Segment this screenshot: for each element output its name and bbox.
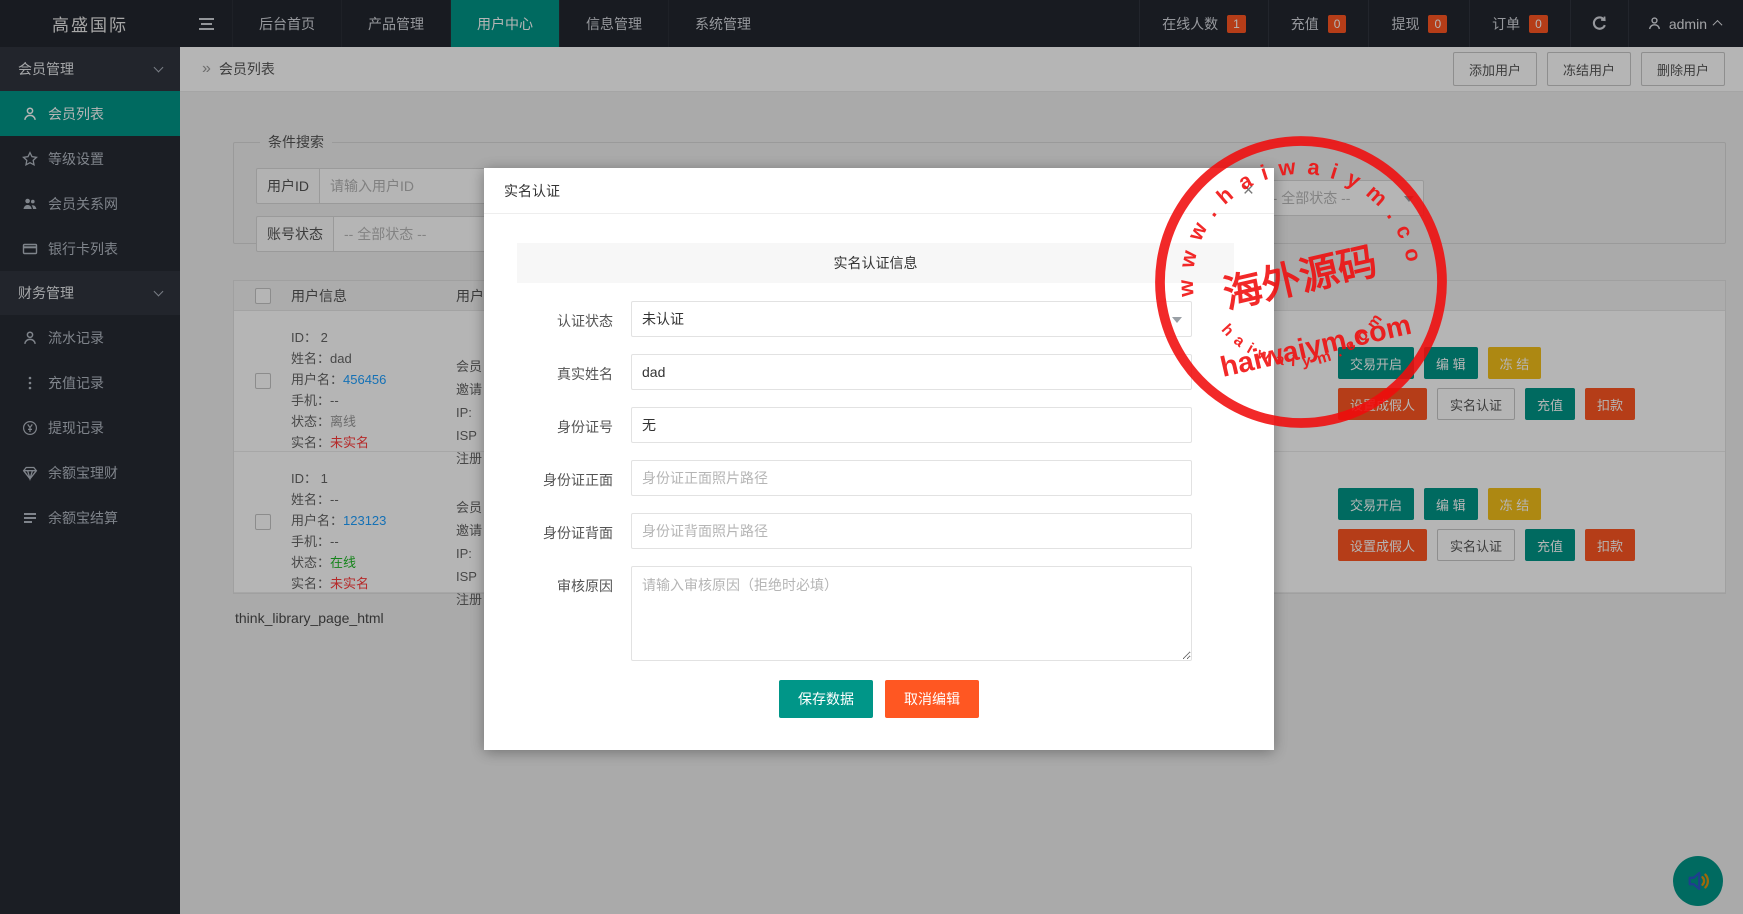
id-front-label: 身份证正面: [524, 460, 631, 490]
modal-footer: 保存数据 取消编辑: [524, 661, 1234, 718]
close-icon[interactable]: ×: [1243, 181, 1254, 200]
id-number-input[interactable]: [631, 407, 1192, 443]
caret-down-icon: [1172, 317, 1182, 323]
realname-modal: 实名认证 × 实名认证信息 认证状态 未认证 真实姓名 身份证号 身份证正面 身…: [484, 168, 1274, 750]
id-front-input[interactable]: [631, 460, 1192, 496]
auth-status-label: 认证状态: [524, 301, 631, 331]
save-button[interactable]: 保存数据: [779, 680, 873, 718]
modal-header: 实名认证 ×: [484, 168, 1274, 214]
review-reason-textarea[interactable]: [631, 566, 1192, 661]
real-name-label: 真实姓名: [524, 354, 631, 384]
modal-body: 实名认证信息 认证状态 未认证 真实姓名 身份证号 身份证正面 身份证背面 审核…: [484, 214, 1274, 718]
id-number-label: 身份证号: [524, 407, 631, 437]
review-reason-label: 审核原因: [524, 566, 631, 596]
id-back-label: 身份证背面: [524, 513, 631, 543]
cancel-button[interactable]: 取消编辑: [885, 680, 979, 718]
real-name-input[interactable]: [631, 354, 1192, 390]
section-title: 实名认证信息: [517, 243, 1234, 283]
auth-status-select[interactable]: 未认证: [631, 301, 1192, 337]
modal-title: 实名认证: [504, 181, 560, 201]
id-back-input[interactable]: [631, 513, 1192, 549]
